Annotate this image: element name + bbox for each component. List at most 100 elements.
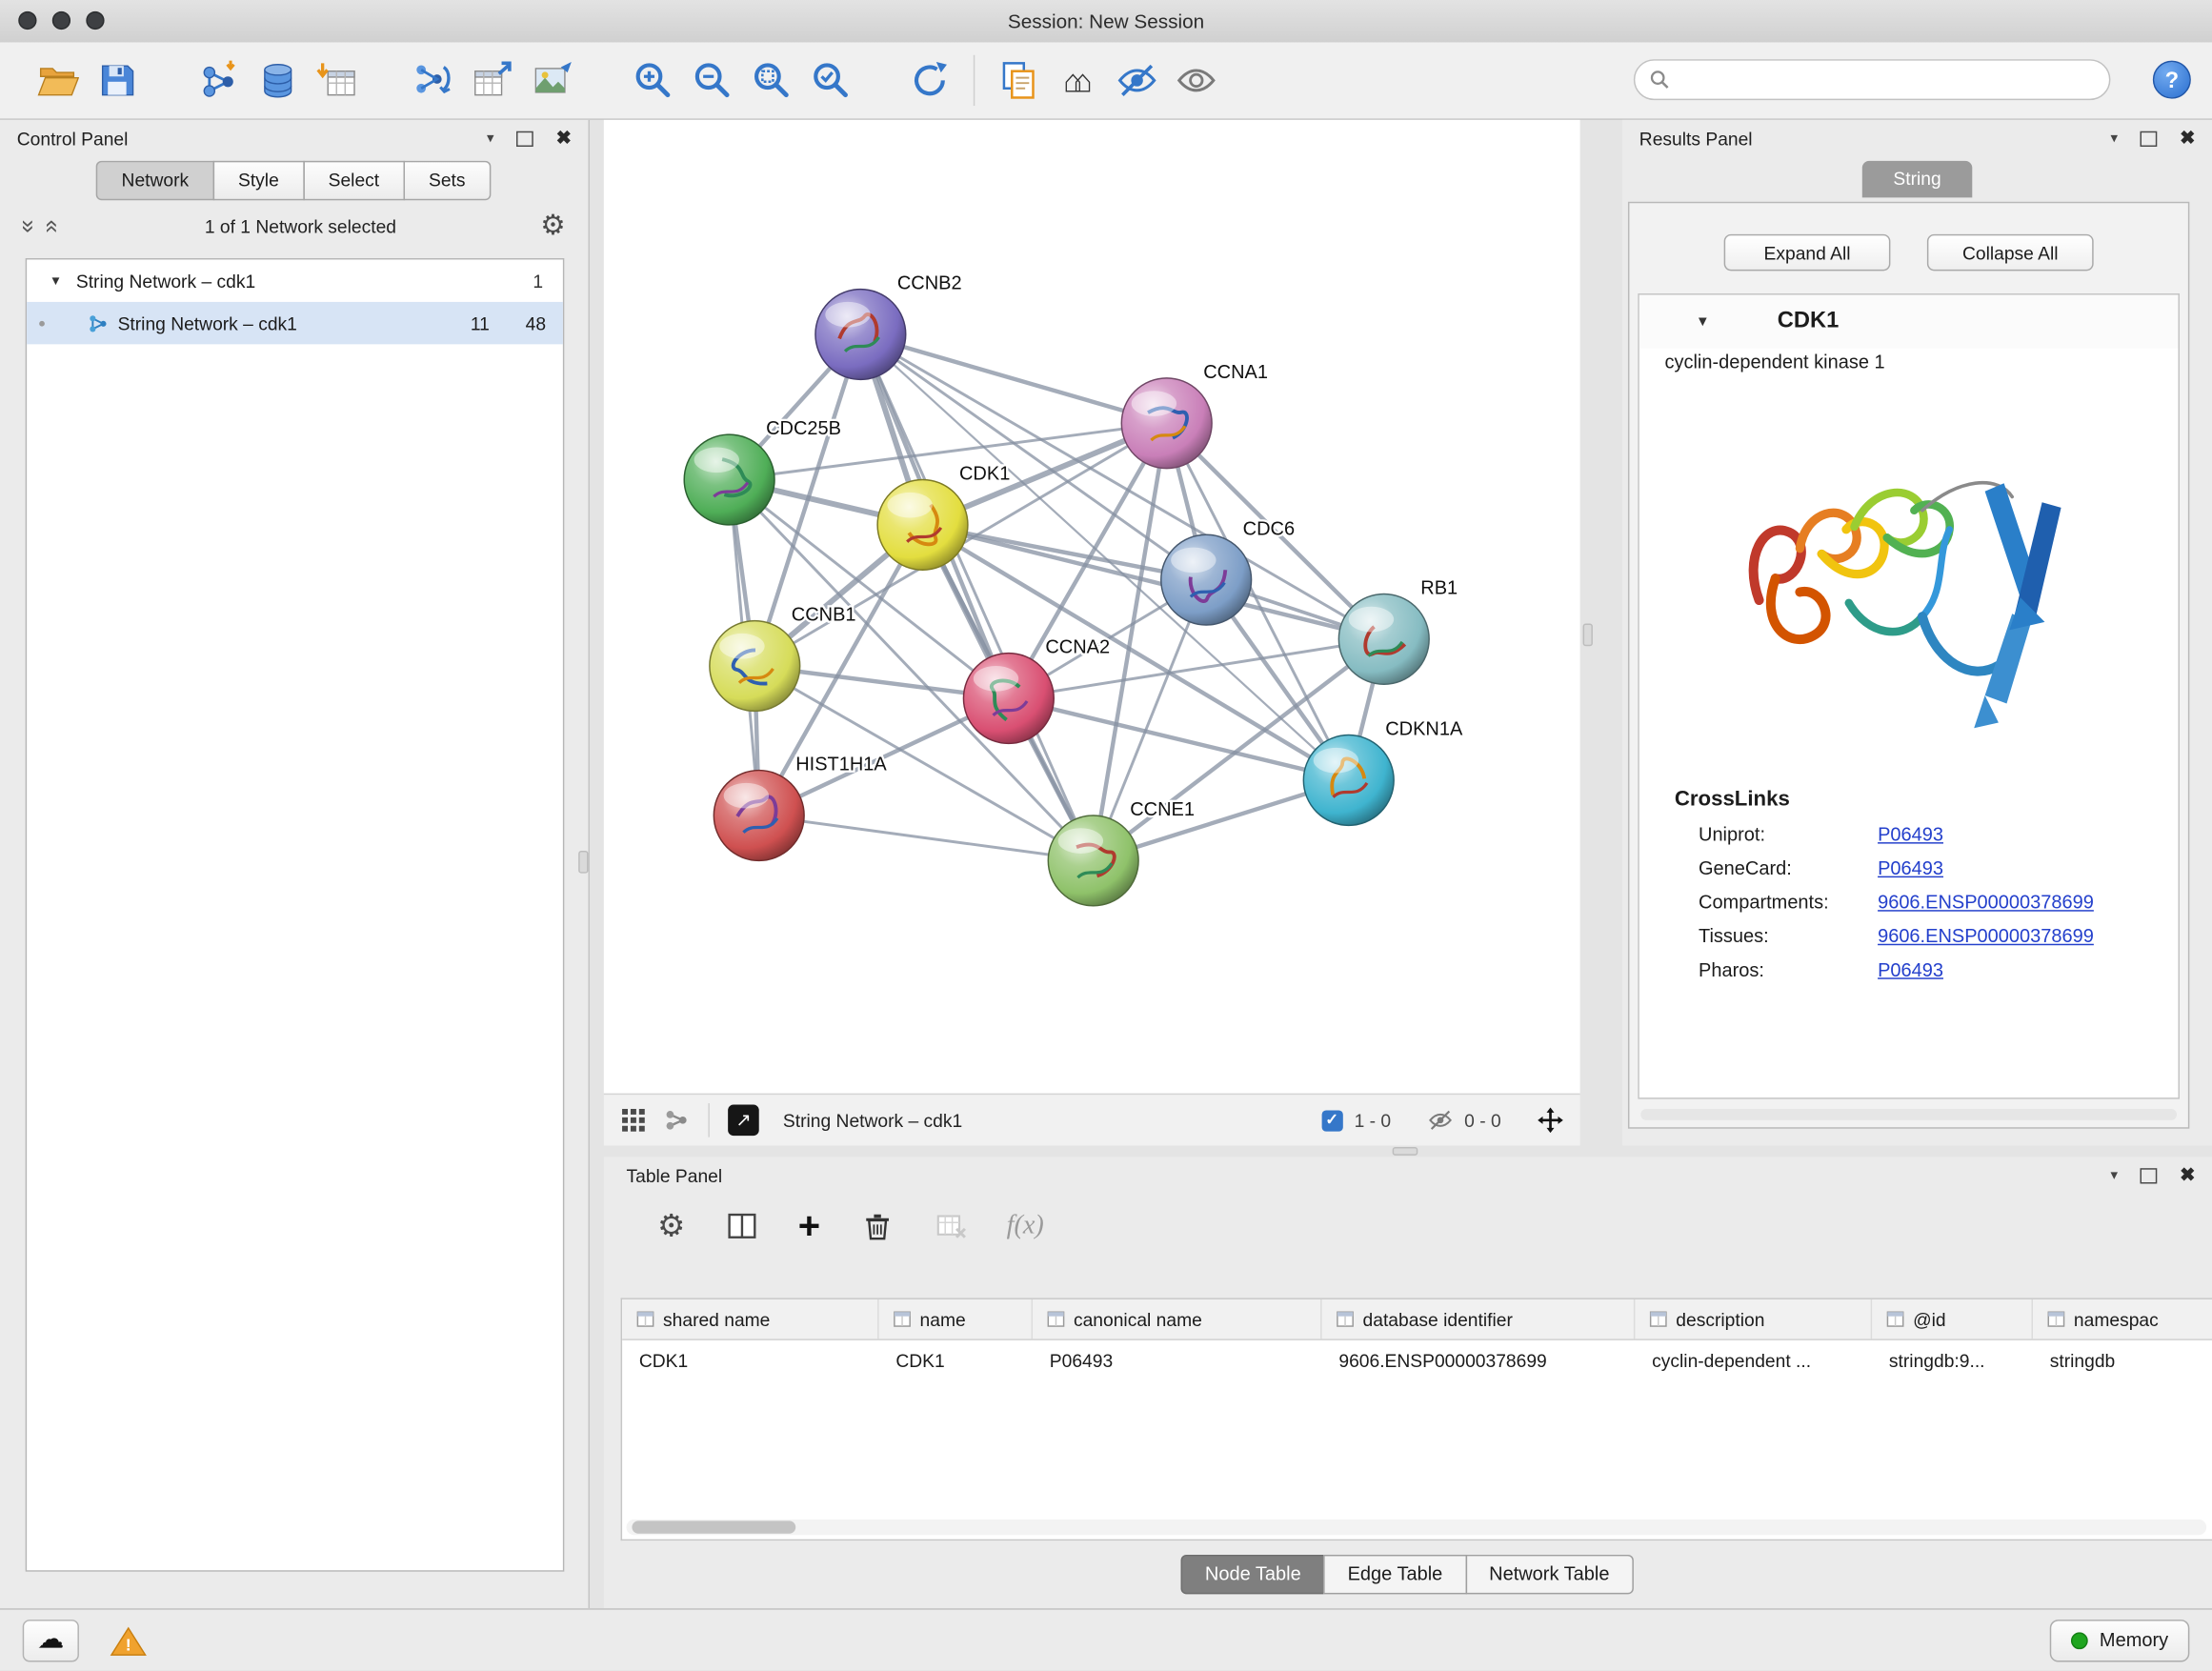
export-image-button[interactable] — [522, 50, 581, 110]
collapse-all-button[interactable]: Collapse All — [1927, 234, 2094, 272]
network-node-CCNB1[interactable] — [710, 621, 800, 712]
table-collapse-icon[interactable]: ▾ — [2111, 1167, 2118, 1182]
export-table-button[interactable] — [463, 50, 522, 110]
warning-icon[interactable]: ! — [111, 1624, 148, 1656]
gear-icon[interactable]: ⚙ — [540, 211, 566, 240]
table-cell[interactable]: CDK1 — [622, 1349, 879, 1370]
tab-edge-table[interactable]: Edge Table — [1323, 1555, 1466, 1594]
search-input[interactable] — [1680, 68, 2095, 91]
selected-checkbox-icon[interactable] — [1322, 1110, 1343, 1131]
network-node-HIST1H1A[interactable] — [714, 771, 804, 861]
table-cell[interactable]: P06493 — [1033, 1349, 1322, 1370]
tab-select[interactable]: Select — [303, 161, 405, 200]
save-session-button[interactable] — [88, 50, 147, 110]
network-edge-CCNB2-CCNA1[interactable] — [860, 334, 1166, 423]
table-cell[interactable]: stringdb:9... — [1872, 1349, 2033, 1370]
window-zoom-button[interactable] — [86, 11, 104, 30]
zoom-out-button[interactable] — [683, 50, 742, 110]
horizontal-splitter-handle[interactable] — [1393, 1147, 1418, 1156]
table-close-icon[interactable]: ✖ — [2180, 1164, 2195, 1187]
network-node-CDKN1A[interactable] — [1303, 735, 1394, 826]
column-header-description[interactable]: description — [1635, 1299, 1872, 1339]
column-header-namespac[interactable]: namespac — [2033, 1299, 2212, 1339]
results-close-icon[interactable]: ✖ — [2180, 127, 2195, 150]
table-cell[interactable]: CDK1 — [879, 1349, 1033, 1370]
panel-close-icon[interactable]: ✖ — [556, 127, 572, 150]
hidden-eye-slash-icon[interactable] — [1428, 1108, 1454, 1134]
right-splitter-handle[interactable] — [1583, 624, 1593, 647]
collapse-all-icon[interactable]: » — [17, 219, 41, 232]
columns-icon[interactable] — [725, 1209, 759, 1243]
table-hscroll-thumb[interactable] — [632, 1520, 795, 1533]
network-edge-CCNB2-CCNE1[interactable] — [860, 334, 1093, 860]
show-overview-button[interactable]: ⌂⌂ — [1048, 50, 1107, 110]
cloud-button[interactable]: ☁ — [23, 1619, 79, 1661]
expand-all-button[interactable]: Expand All — [1724, 234, 1891, 272]
network-row[interactable]: ● String Network – cdk1 11 48 — [27, 302, 563, 344]
network-node-CCNB2[interactable] — [815, 290, 906, 380]
import-network-file-button[interactable] — [189, 50, 248, 110]
copy-snapshot-button[interactable] — [989, 50, 1048, 110]
table-hscrollbar[interactable] — [627, 1520, 2207, 1535]
crosslink-link[interactable]: 9606.ENSP00000378699 — [1878, 892, 2094, 913]
tab-node-table[interactable]: Node Table — [1181, 1555, 1325, 1594]
network-edge-HIST1H1A-CCNE1[interactable] — [759, 815, 1094, 860]
trash-icon[interactable] — [860, 1209, 895, 1243]
crosslink-link[interactable]: P06493 — [1878, 824, 1943, 845]
crosslink-link[interactable]: P06493 — [1878, 959, 1943, 980]
results-collapse-icon[interactable]: ▾ — [2111, 131, 2118, 146]
tab-string[interactable]: String — [1862, 161, 1973, 198]
window-close-button[interactable] — [18, 11, 36, 30]
network-node-CDC25B[interactable] — [684, 434, 774, 525]
network-node-RB1[interactable] — [1338, 594, 1429, 684]
table-cell[interactable]: stringdb — [2033, 1349, 2212, 1370]
network-tools-button[interactable] — [404, 50, 463, 110]
table-cell[interactable]: cyclin-dependent ... — [1635, 1349, 1872, 1370]
table-settings-gear-icon[interactable]: ⚙ — [657, 1211, 685, 1242]
panel-float-icon[interactable] — [516, 131, 533, 146]
network-graph[interactable]: CCNB2CCNA1CDC25BCDK1CDC6RB1CCNB1CCNA2CDK… — [604, 120, 1580, 1094]
protein-card-header[interactable]: ▼ CDK1 — [1639, 295, 2179, 349]
table-row[interactable]: CDK1CDK1P064939606.ENSP00000378699cyclin… — [622, 1340, 2212, 1379]
add-column-icon[interactable]: + — [798, 1207, 820, 1245]
crosslink-link[interactable]: P06493 — [1878, 857, 1943, 878]
help-button[interactable]: ? — [2153, 61, 2191, 99]
network-node-CCNA1[interactable] — [1121, 378, 1212, 469]
disclosure-triangle-icon[interactable]: ▼ — [50, 273, 62, 288]
move-tool-icon[interactable] — [1538, 1108, 1563, 1134]
column-header-canonical-name[interactable]: canonical name — [1033, 1299, 1322, 1339]
results-float-icon[interactable] — [2141, 131, 2158, 146]
panel-collapse-icon[interactable]: ▾ — [487, 131, 493, 146]
table-cell[interactable]: 9606.ENSP00000378699 — [1322, 1349, 1636, 1370]
zoom-fit-button[interactable] — [742, 50, 801, 110]
zoom-selected-button[interactable] — [801, 50, 860, 110]
grid-view-icon[interactable] — [621, 1108, 647, 1134]
column-header-database-identifier[interactable]: database identifier — [1322, 1299, 1636, 1339]
hide-graphics-button[interactable] — [1108, 50, 1167, 110]
open-session-button[interactable] — [29, 50, 88, 110]
network-view[interactable]: CCNB2CCNA1CDC25BCDK1CDC6RB1CCNB1CCNA2CDK… — [604, 120, 1580, 1094]
open-external-button[interactable]: ↗ — [728, 1105, 759, 1137]
results-scrollbar[interactable] — [1640, 1109, 2177, 1120]
import-network-database-button[interactable] — [249, 50, 308, 110]
tab-network-table[interactable]: Network Table — [1465, 1555, 1634, 1594]
protein-disclosure-icon[interactable]: ▼ — [1696, 314, 1710, 330]
tab-sets[interactable]: Sets — [403, 161, 491, 200]
window-minimize-button[interactable] — [52, 11, 70, 30]
show-graphics-button[interactable] — [1167, 50, 1226, 110]
tab-network[interactable]: Network — [96, 161, 214, 200]
table-float-icon[interactable] — [2141, 1167, 2158, 1182]
expand-all-icon[interactable]: « — [42, 219, 66, 232]
zoom-in-button[interactable] — [624, 50, 683, 110]
share-network-icon[interactable] — [665, 1108, 691, 1134]
network-node-CDK1[interactable] — [877, 480, 968, 571]
network-collection-row[interactable]: ▼ String Network – cdk1 1 — [27, 259, 563, 301]
column-header-shared-name[interactable]: shared name — [622, 1299, 879, 1339]
network-node-CCNA2[interactable] — [963, 654, 1054, 744]
memory-button[interactable]: Memory — [2050, 1619, 2189, 1661]
network-node-CCNE1[interactable] — [1048, 815, 1138, 906]
network-node-CDC6[interactable] — [1161, 534, 1252, 625]
import-table-button[interactable] — [308, 50, 367, 110]
column-header--id[interactable]: @id — [1872, 1299, 2033, 1339]
crosslink-link[interactable]: 9606.ENSP00000378699 — [1878, 925, 2094, 946]
